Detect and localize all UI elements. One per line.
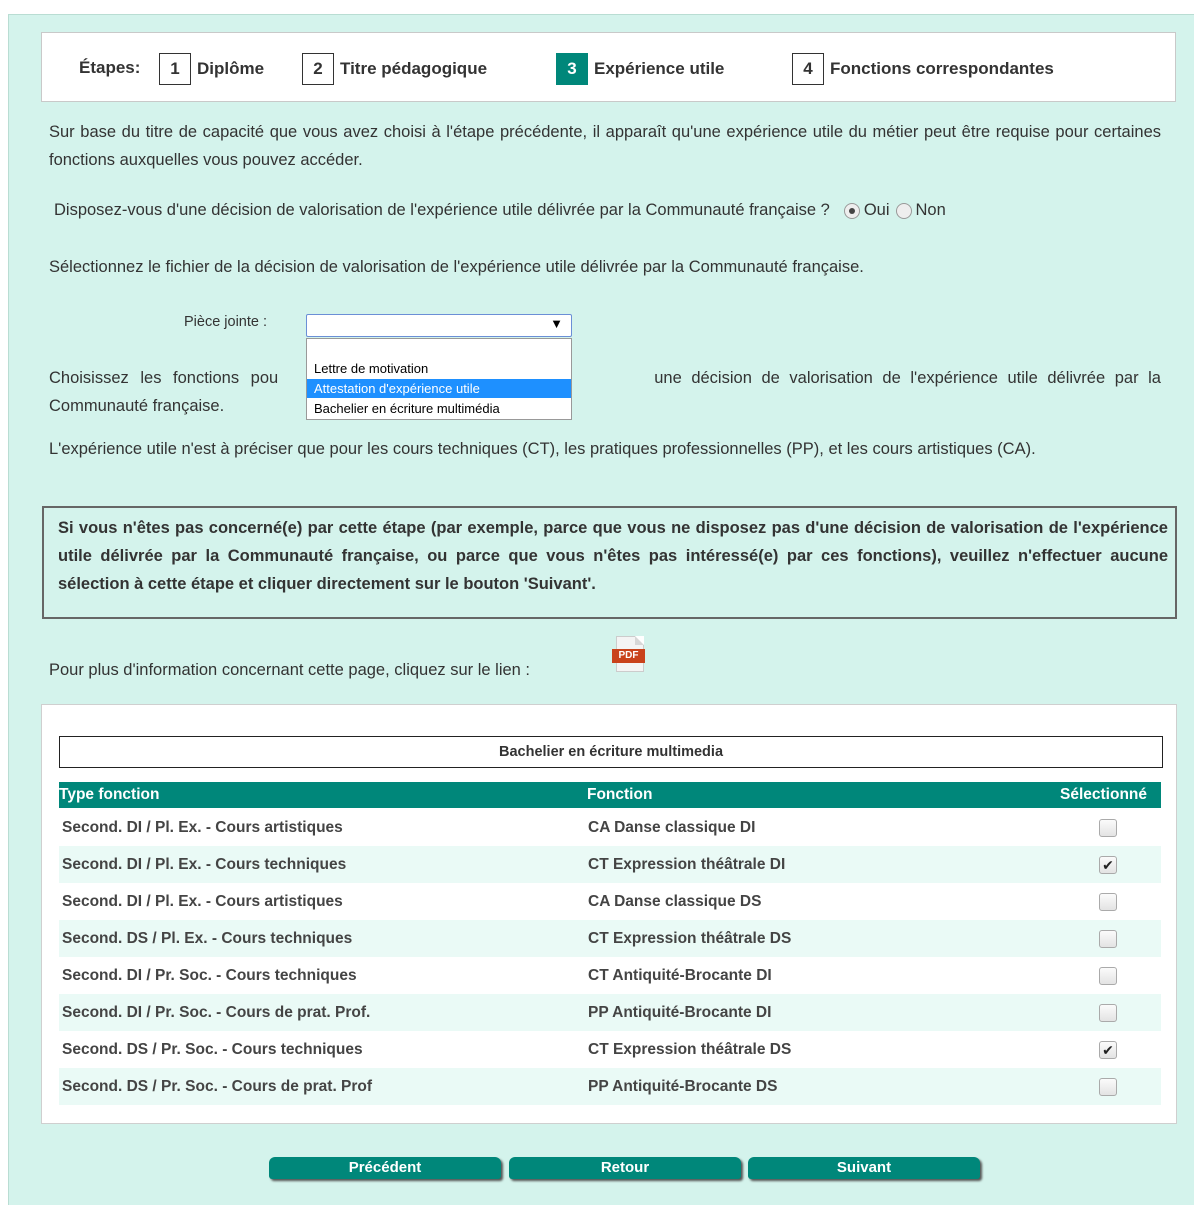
table-row: Second. DS / Pr. Soc. - Cours de prat. P…: [59, 1068, 1161, 1105]
step-3-number: 3: [556, 53, 588, 85]
functions-table-box: Bachelier en écriture multimedia Type fo…: [41, 704, 1177, 1124]
step-2-number: 2: [302, 53, 334, 85]
steps-bar: Étapes: 1 Diplôme 2 Titre pédagogique 3 …: [41, 32, 1176, 102]
row-checkbox-checked[interactable]: ✔: [1099, 1041, 1117, 1059]
radio-oui-label[interactable]: Oui: [864, 201, 890, 220]
question-text: Disposez-vous d'une décision de valorisa…: [54, 201, 830, 219]
table-row: Second. DI / Pr. Soc. - Cours techniques…: [59, 957, 1161, 994]
attachment-select[interactable]: ▼: [306, 314, 572, 337]
row-type: Second. DI / Pr. Soc. - Cours de prat. P…: [62, 1004, 371, 1021]
row-type: Second. DS / Pr. Soc. - Cours techniques: [62, 1041, 363, 1058]
step-1-number: 1: [159, 53, 191, 85]
radio-non-label[interactable]: Non: [916, 201, 946, 220]
header-type-fonction: Type fonction: [59, 786, 160, 803]
dropdown-option-lettre[interactable]: Lettre de motivation: [307, 359, 571, 378]
row-type: Second. DI / Pl. Ex. - Cours artistiques: [62, 819, 343, 836]
intro-text: Sur base du titre de capacité que vous a…: [49, 123, 1161, 169]
ct-pp-text: L'expérience utile n'est à préciser que …: [49, 440, 1036, 458]
header-selectionne: Sélectionné: [1060, 786, 1147, 803]
attachment-dropdown-list: Lettre de motivation Attestation d'expér…: [306, 338, 572, 420]
step-1[interactable]: 1 Diplôme: [159, 53, 264, 85]
row-fonction: PP Antiquité-Brocante DS: [588, 1078, 778, 1095]
row-type: Second. DS / Pl. Ex. - Cours techniques: [62, 930, 353, 947]
choose-functions-part-c: Communauté française.: [49, 397, 225, 415]
info-text: Pour plus d'information concernant cette…: [49, 661, 531, 679]
pdf-label: PDF: [612, 649, 645, 663]
row-type: Second. DI / Pl. Ex. - Cours artistiques: [62, 893, 343, 910]
choose-functions-part-b: une décision de valorisation de l'expéri…: [654, 369, 1161, 387]
next-button[interactable]: Suivant: [748, 1157, 980, 1179]
row-fonction: CT Expression théâtrale DS: [588, 1041, 792, 1058]
step-1-label: Diplôme: [197, 59, 265, 78]
step-2-label: Titre pédagogique: [340, 59, 488, 78]
row-fonction: CT Expression théâtrale DS: [588, 930, 792, 947]
row-checkbox[interactable]: [1099, 893, 1117, 911]
radio-oui[interactable]: [843, 202, 860, 219]
previous-button[interactable]: Précédent: [269, 1157, 501, 1179]
table-row: Second. DI / Pl. Ex. - Cours techniques …: [59, 846, 1161, 883]
row-type: Second. DI / Pl. Ex. - Cours techniques: [62, 856, 347, 873]
radio-non[interactable]: [895, 202, 912, 219]
step-4[interactable]: 4 Fonctions correspondantes: [792, 53, 1054, 85]
question-line: Disposez-vous d'une décision de valorisa…: [54, 201, 946, 220]
row-fonction: CA Danse classique DI: [588, 819, 756, 836]
step-4-number: 4: [792, 53, 824, 85]
step-3[interactable]: 3 Expérience utile: [556, 53, 724, 85]
page-background: Étapes: 1 Diplôme 2 Titre pédagogique 3 …: [8, 14, 1194, 1205]
header-fonction: Fonction: [587, 786, 653, 803]
row-type: Second. DI / Pr. Soc. - Cours techniques: [62, 967, 357, 984]
table-row: Second. DI / Pr. Soc. - Cours de prat. P…: [59, 994, 1161, 1031]
row-checkbox[interactable]: [1099, 1078, 1117, 1096]
choose-functions-text: Choisissez les fonctions pou une décisio…: [49, 364, 1161, 420]
attachment-label: Pièce jointe :: [184, 314, 268, 330]
row-checkbox[interactable]: [1099, 930, 1117, 948]
row-fonction: CT Expression théâtrale DI: [588, 856, 786, 873]
table-header: Type fonction Fonction Sélectionné: [59, 782, 1161, 808]
pdf-icon[interactable]: PDF: [612, 636, 649, 674]
step-3-label: Expérience utile: [594, 59, 725, 78]
pdf-fold: [635, 636, 644, 645]
row-checkbox[interactable]: [1099, 819, 1117, 837]
row-checkbox[interactable]: [1099, 1004, 1117, 1022]
row-checkbox[interactable]: [1099, 967, 1117, 985]
step-4-label: Fonctions correspondantes: [830, 59, 1054, 78]
row-checkbox-checked[interactable]: ✔: [1099, 856, 1117, 874]
dropdown-option-bachelier[interactable]: Bachelier en écriture multimédia: [307, 399, 571, 418]
dropdown-option-empty[interactable]: [307, 339, 571, 358]
notice-box: Si vous n'êtes pas concerné(e) par cette…: [42, 506, 1177, 619]
row-fonction: CT Antiquité-Brocante DI: [588, 967, 772, 984]
select-file-text: Sélectionnez le fichier de la décision d…: [49, 258, 864, 276]
row-fonction: CA Danse classique DS: [588, 893, 762, 910]
step-2[interactable]: 2 Titre pédagogique: [302, 53, 487, 85]
dropdown-arrow-icon: ▼: [550, 316, 563, 331]
steps-label: Étapes:: [79, 58, 141, 77]
table-row: Second. DS / Pr. Soc. - Cours techniques…: [59, 1031, 1161, 1068]
dropdown-option-attestation[interactable]: Attestation d'expérience utile: [307, 379, 571, 398]
row-fonction: PP Antiquité-Brocante DI: [588, 1004, 772, 1021]
table-row: Second. DS / Pl. Ex. - Cours techniques …: [59, 920, 1161, 957]
back-button[interactable]: Retour: [509, 1157, 741, 1179]
table-row: Second. DI / Pl. Ex. - Cours artistiques…: [59, 809, 1161, 846]
choose-functions-part-a: Choisissez les fonctions pou: [49, 369, 279, 387]
table-title: Bachelier en écriture multimedia: [59, 736, 1163, 768]
row-type: Second. DS / Pr. Soc. - Cours de prat. P…: [62, 1078, 373, 1095]
table-row: Second. DI / Pl. Ex. - Cours artistiques…: [59, 883, 1161, 920]
